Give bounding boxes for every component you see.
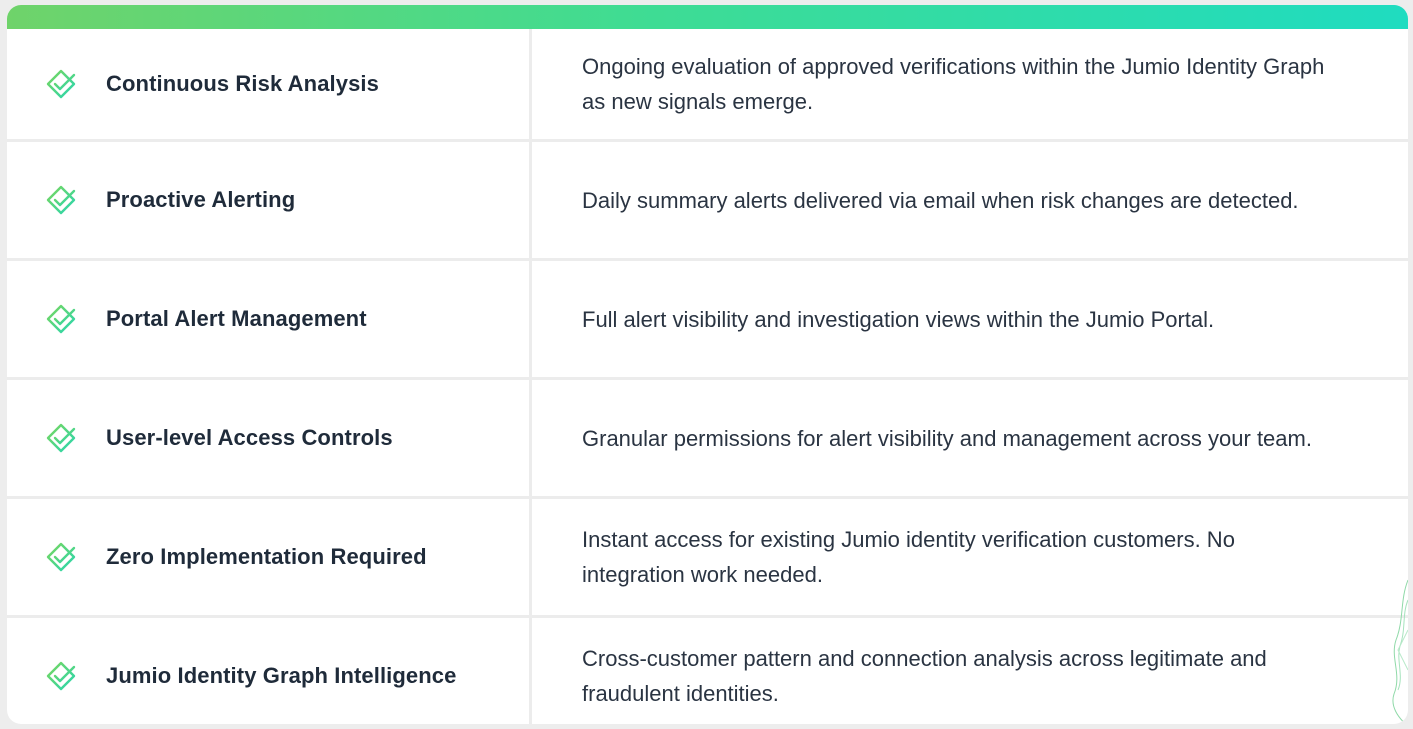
feature-row: Proactive Alerting Daily summary alerts … (7, 142, 1408, 261)
feature-cell: Continuous Risk Analysis (7, 29, 532, 139)
feature-cell: Proactive Alerting (7, 142, 532, 258)
description-cell: Daily summary alerts delivered via email… (532, 142, 1408, 258)
diamond-check-icon (45, 68, 77, 100)
diamond-check-icon (45, 541, 77, 573)
feature-description: Cross-customer pattern and connection an… (582, 646, 1267, 706)
description-cell: Instant access for existing Jumio identi… (532, 499, 1408, 615)
diamond-check-icon (45, 422, 77, 454)
feature-name: Zero Implementation Required (106, 544, 427, 569)
feature-description: Ongoing evaluation of approved verificat… (582, 54, 1325, 114)
features-table: Continuous Risk Analysis Ongoing evaluat… (7, 29, 1408, 724)
feature-description: Full alert visibility and investigation … (582, 306, 1215, 332)
feature-name: Jumio Identity Graph Intelligence (106, 663, 457, 688)
feature-cell: Zero Implementation Required (7, 499, 532, 615)
feature-cell: Portal Alert Management (7, 261, 532, 377)
feature-row: Portal Alert Management Full alert visib… (7, 261, 1408, 380)
feature-row: Continuous Risk Analysis Ongoing evaluat… (7, 29, 1408, 142)
description-cell: Ongoing evaluation of approved verificat… (532, 29, 1408, 139)
feature-description: Granular permissions for alert visibilit… (582, 425, 1312, 451)
feature-name: User-level Access Controls (106, 425, 393, 450)
diamond-check-icon (45, 660, 77, 692)
decorative-line-art (1392, 579, 1408, 724)
diamond-check-icon (45, 303, 77, 335)
feature-name: Continuous Risk Analysis (106, 71, 379, 96)
description-cell: Cross-customer pattern and connection an… (532, 618, 1408, 724)
diamond-check-icon (45, 184, 77, 216)
features-card: Continuous Risk Analysis Ongoing evaluat… (7, 5, 1408, 724)
feature-name: Portal Alert Management (106, 306, 367, 331)
feature-description: Instant access for existing Jumio identi… (582, 527, 1235, 587)
feature-cell: Jumio Identity Graph Intelligence (7, 618, 532, 724)
description-cell: Granular permissions for alert visibilit… (532, 380, 1408, 496)
feature-row: Zero Implementation Required Instant acc… (7, 499, 1408, 618)
description-cell: Full alert visibility and investigation … (532, 261, 1408, 377)
feature-description: Daily summary alerts delivered via email… (582, 187, 1299, 213)
accent-gradient-bar (7, 5, 1408, 29)
feature-row: User-level Access Controls Granular perm… (7, 380, 1408, 499)
feature-row: Jumio Identity Graph Intelligence Cross-… (7, 618, 1408, 724)
feature-name: Proactive Alerting (106, 187, 296, 212)
feature-cell: User-level Access Controls (7, 380, 532, 496)
